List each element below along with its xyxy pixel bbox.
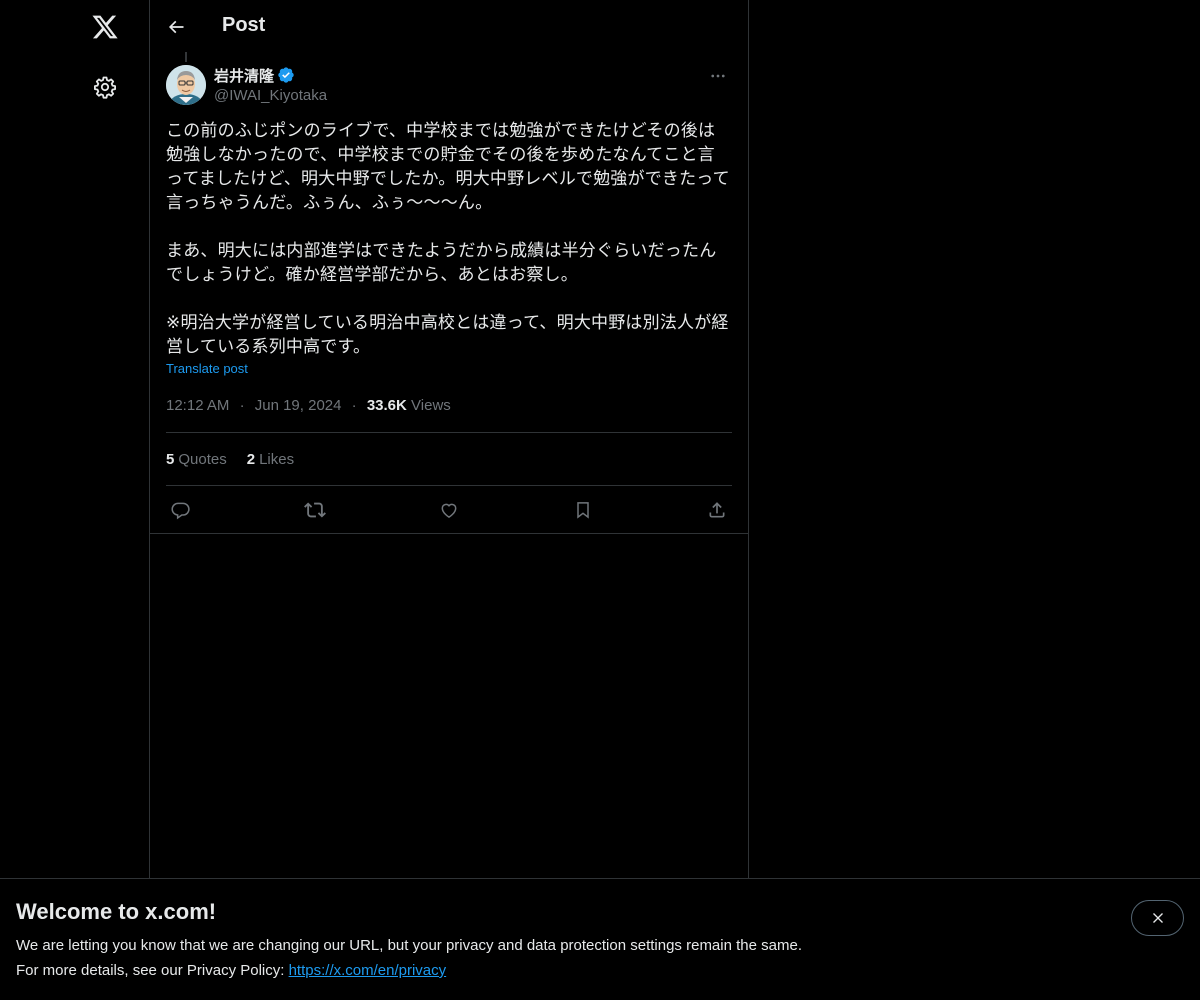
page-header: Post xyxy=(150,0,749,54)
quotes-label: Quotes xyxy=(178,450,227,468)
author-info: 岩井清隆 @IWAI_Kiyotaka xyxy=(214,64,327,106)
page-title: Post xyxy=(222,14,266,36)
post-actions xyxy=(166,486,732,533)
reply-icon[interactable] xyxy=(170,499,192,521)
like-icon[interactable] xyxy=(438,499,460,521)
privacy-policy-link[interactable]: https://x.com/en/privacy xyxy=(289,962,447,979)
share-icon[interactable] xyxy=(706,499,728,521)
views-count: 33.6K xyxy=(366,397,407,414)
close-icon[interactable] xyxy=(1131,900,1184,936)
post-metadata: 12:12 AM · Jun 19, 2024 · 33.6K Views xyxy=(166,396,732,416)
views-label: Views xyxy=(411,397,451,414)
x-logo-icon[interactable] xyxy=(78,0,132,54)
left-nav xyxy=(0,0,150,1000)
separator-dot: · xyxy=(351,397,357,414)
quotes-count: 5 xyxy=(166,450,175,468)
repost-icon[interactable] xyxy=(304,499,326,521)
translate-post-link[interactable]: Translate post xyxy=(166,361,248,376)
author-handle[interactable]: @IWAI_Kiyotaka xyxy=(214,86,327,106)
more-horizontal-icon[interactable] xyxy=(704,64,732,88)
banner-privacy-prefix: For more details, see our Privacy Policy… xyxy=(16,962,289,979)
likes-stat[interactable]: 2 Likes xyxy=(247,451,294,468)
likes-label: Likes xyxy=(259,450,295,468)
post-stats: 5 Quotes 2 Likes xyxy=(166,433,732,485)
main-column: Post 岩井清隆 @IWAI_Kiyotaka この前のふじポンのライブで、中… xyxy=(150,0,749,1000)
post-date[interactable]: Jun 19, 2024 xyxy=(255,397,342,414)
likes-count: 2 xyxy=(246,450,256,468)
banner-title: Welcome to x.com! xyxy=(16,899,217,924)
divider xyxy=(150,533,749,534)
display-name-row: 岩井清隆 xyxy=(214,64,327,86)
post: 岩井清隆 @IWAI_Kiyotaka この前のふじポンのライブで、中学校までは… xyxy=(166,64,732,533)
banner-privacy-line: For more details, see our Privacy Policy… xyxy=(16,962,446,979)
author-display-name[interactable]: 岩井清隆 xyxy=(214,65,274,86)
avatar[interactable] xyxy=(166,65,206,105)
post-text: この前のふじポンのライブで、中学校までは勉強ができたけどその後は勉強しなかったの… xyxy=(166,121,730,357)
verified-badge-icon[interactable] xyxy=(277,66,295,84)
thread-line xyxy=(185,52,187,62)
separator-dot: · xyxy=(239,397,245,414)
welcome-banner: Welcome to x.com! We are letting you kno… xyxy=(0,878,1200,1000)
gear-icon[interactable] xyxy=(78,60,132,114)
arrow-left-icon[interactable] xyxy=(158,9,194,45)
bookmark-icon[interactable] xyxy=(572,499,594,521)
quotes-stat[interactable]: 5 Quotes xyxy=(166,451,227,468)
post-author-row: 岩井清隆 @IWAI_Kiyotaka xyxy=(166,64,732,106)
post-time[interactable]: 12:12 AM xyxy=(166,397,229,414)
banner-message: We are letting you know that we are chan… xyxy=(16,937,802,954)
